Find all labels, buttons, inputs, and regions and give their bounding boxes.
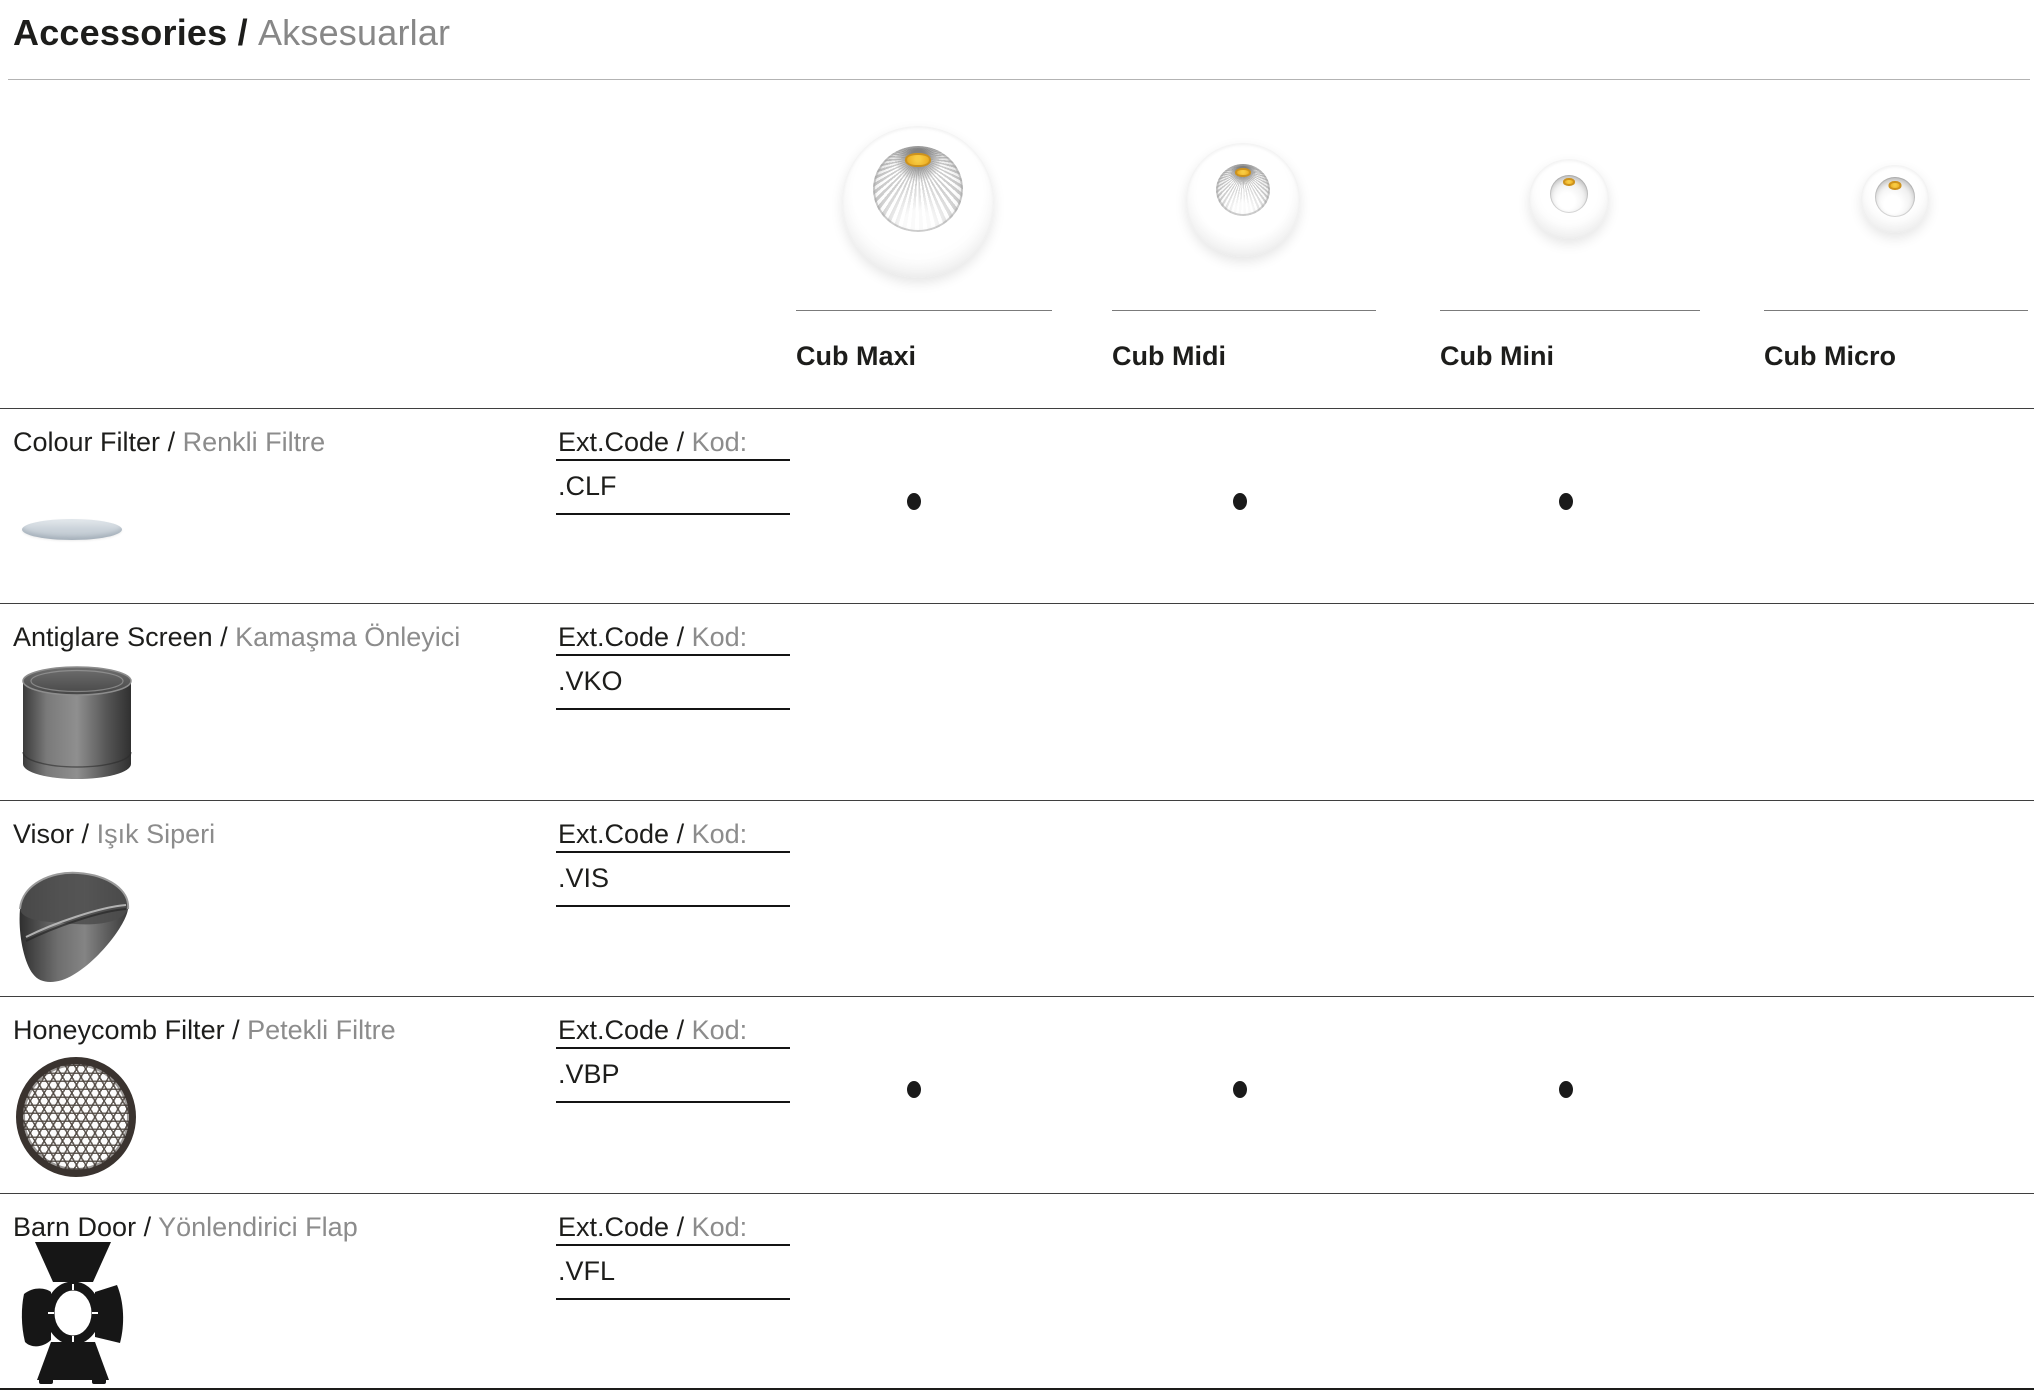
honeycomb-filter-icon: [16, 1057, 136, 1177]
downlight-reflector: [1875, 177, 1915, 217]
separator-slash: /: [168, 427, 176, 457]
led-chip: [905, 153, 931, 167]
accessory-code: .VKO: [558, 666, 623, 697]
ext-code-underline: [556, 513, 790, 515]
ext-code-underline: [556, 905, 790, 907]
page-bottom-rule: [0, 1388, 2034, 1390]
separator-slash: /: [677, 1015, 685, 1045]
accessory-row-barn-door: Barn Door / Yönlendirici Flap Ext.Code /…: [0, 1193, 2034, 1390]
accessory-code: .CLF: [558, 471, 617, 502]
accessory-name-tr: Renkli Filtre: [183, 427, 326, 457]
visor-icon: [12, 863, 136, 987]
product-name-cub-mini: Cub Mini: [1440, 341, 1700, 372]
separator-slash: /: [677, 819, 685, 849]
product-photo-cub-midi: [1186, 143, 1300, 257]
ext-code-underline: [556, 1244, 790, 1246]
accessory-name: Colour Filter / Renkli Filtre: [13, 427, 325, 458]
product-underline: [1112, 310, 1376, 311]
separator-slash: /: [238, 12, 248, 53]
separator-slash: /: [220, 622, 228, 652]
accessory-name-tr: Kamaşma Önleyici: [235, 622, 460, 652]
accessory-code: .VBP: [558, 1059, 620, 1090]
ext-code-label: Ext.Code / Kod:: [558, 1212, 747, 1243]
downlight-reflector: [1550, 175, 1588, 213]
product-photo-cub-maxi: [842, 126, 994, 278]
downlight-reflector: [1216, 164, 1270, 216]
availability-dot: [1233, 1081, 1247, 1098]
availability-dot: [1559, 1081, 1573, 1098]
availability-dot: [907, 493, 921, 510]
accessory-row-colour-filter: Colour Filter / Renkli Filtre Ext.Code /…: [0, 408, 2034, 603]
separator-slash: /: [677, 427, 685, 457]
separator-slash: /: [677, 1212, 685, 1242]
accessory-code: .VFL: [558, 1256, 615, 1287]
page-title-tr: Aksesuarlar: [258, 12, 450, 53]
product-name-cub-midi: Cub Midi: [1112, 341, 1376, 372]
ext-code-underline: [556, 1047, 790, 1049]
page-title: Accessories / Aksesuarlar: [13, 12, 450, 54]
accessory-row-honeycomb-filter: Honeycomb Filter / Petekli Filtre Ext.Co…: [0, 996, 2034, 1193]
accessory-row-visor: Visor / Işık Siperi Ext.Code / Kod: .VIS: [0, 800, 2034, 996]
barn-door-icon: [20, 1242, 126, 1384]
accessory-name-en: Honeycomb Filter: [13, 1015, 225, 1045]
led-chip: [1235, 168, 1251, 177]
availability-dot: [907, 1081, 921, 1098]
accessory-name-en: Visor: [13, 819, 74, 849]
product-underline: [796, 310, 1052, 311]
accessory-row-antiglare-screen: Antiglare Screen / Kamaşma Önleyici Ext.…: [0, 603, 2034, 800]
availability-dot: [1233, 493, 1247, 510]
led-chip: [1563, 178, 1575, 186]
antiglare-screen-icon: [18, 664, 136, 782]
page-title-en: Accessories: [13, 12, 227, 53]
product-underline: [1440, 310, 1700, 311]
availability-dot: [1559, 493, 1573, 510]
separator-slash: /: [144, 1212, 152, 1242]
separator-slash: /: [232, 1015, 240, 1045]
accessory-name: Honeycomb Filter / Petekli Filtre: [13, 1015, 396, 1046]
ext-code-underline: [556, 654, 790, 656]
accessory-name-en: Barn Door: [13, 1212, 136, 1242]
colour-filter-icon: [22, 519, 122, 540]
ext-code-label: Ext.Code / Kod:: [558, 427, 747, 458]
accessory-name-tr: Işık Siperi: [97, 819, 216, 849]
accessory-name: Visor / Işık Siperi: [13, 819, 215, 850]
ext-code-label: Ext.Code / Kod:: [558, 819, 747, 850]
header-divider: [8, 79, 2030, 80]
downlight-reflector: [873, 146, 963, 232]
separator-slash: /: [82, 819, 90, 849]
accessory-name-en: Colour Filter: [13, 427, 160, 457]
accessory-name: Antiglare Screen / Kamaşma Önleyici: [13, 622, 460, 653]
accessory-name-tr: Yönlendirici Flap: [158, 1212, 358, 1242]
ext-code-label: Ext.Code / Kod:: [558, 1015, 747, 1046]
accessories-catalog-page: Accessories / Aksesuarlar Cub Maxi Cub M…: [0, 0, 2034, 1398]
product-photo-cub-micro: [1861, 165, 1929, 233]
separator-slash: /: [677, 622, 685, 652]
ext-code-underline: [556, 459, 790, 461]
ext-code-label: Ext.Code / Kod:: [558, 622, 747, 653]
accessory-name-en: Antiglare Screen: [13, 622, 213, 652]
led-chip: [1889, 181, 1902, 190]
product-name-cub-micro: Cub Micro: [1764, 341, 2028, 372]
ext-code-underline: [556, 1101, 790, 1103]
product-photo-cub-mini: [1529, 159, 1609, 239]
product-underline: [1764, 310, 2028, 311]
product-name-cub-maxi: Cub Maxi: [796, 341, 1052, 372]
ext-code-underline: [556, 851, 790, 853]
accessory-name-tr: Petekli Filtre: [247, 1015, 396, 1045]
ext-code-underline: [556, 708, 790, 710]
accessory-code: .VIS: [558, 863, 609, 894]
ext-code-underline: [556, 1298, 790, 1300]
accessory-name: Barn Door / Yönlendirici Flap: [13, 1212, 358, 1243]
